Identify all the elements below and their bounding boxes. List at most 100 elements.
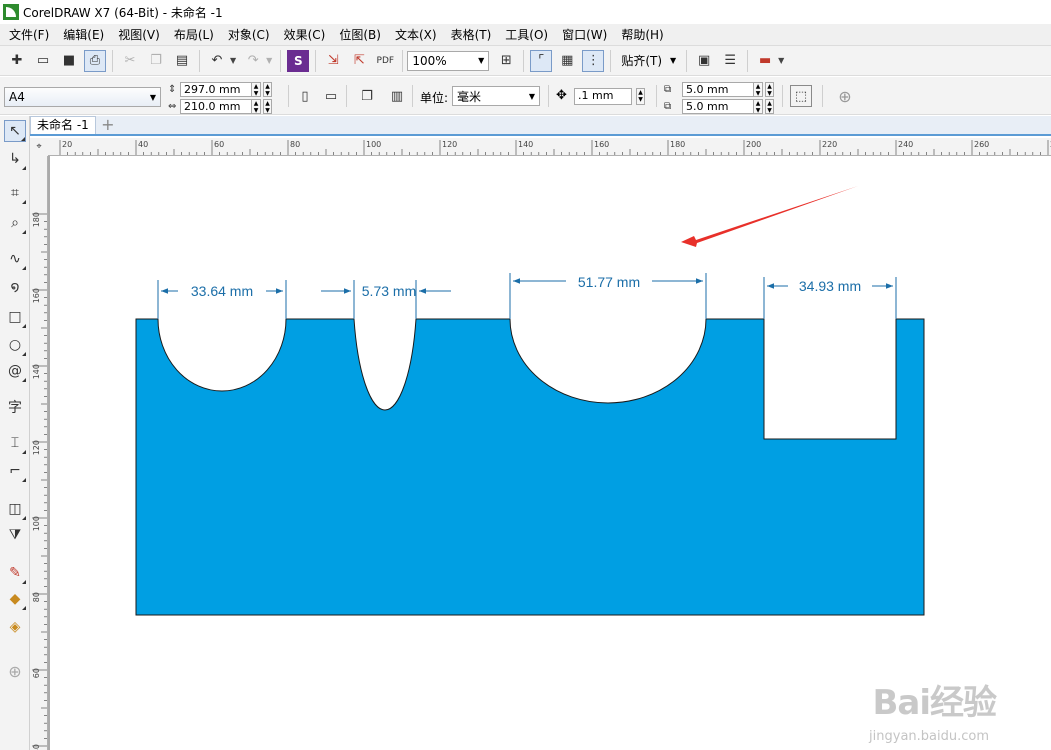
publish-pdf-icon[interactable]: PDF <box>374 50 396 72</box>
cut-icon[interactable]: ✂ <box>119 50 141 72</box>
copy-icon[interactable]: ❐ <box>145 50 167 72</box>
units-combo[interactable]: 毫米 ▼ <box>452 86 540 106</box>
interactive-fill-tool-icon[interactable]: ◆ <box>4 588 26 610</box>
crop-tool-icon[interactable]: ⌗ <box>4 182 26 204</box>
page-height-row: ⇔ 210.0 mm ▲ ▼ ▲ ▼ <box>168 98 272 114</box>
rectangle-tool-icon[interactable]: □ <box>4 306 26 328</box>
menu-help[interactable]: 帮助(H) <box>614 24 670 46</box>
paste-icon[interactable]: ▤ <box>171 50 193 72</box>
launcher-dropdown-icon[interactable]: ▼ <box>778 56 784 65</box>
shape-tool-icon[interactable]: ↳ <box>4 148 26 170</box>
page-width-spinner[interactable]: ▲ ▼ <box>252 81 261 97</box>
toolbar-separator <box>346 85 347 107</box>
options-icon[interactable]: ☰ <box>719 50 741 72</box>
text-tool-icon[interactable]: 字 <box>4 396 26 418</box>
menu-window[interactable]: 窗口(W) <box>555 24 614 46</box>
undo-dropdown-icon[interactable]: ▼ <box>230 56 236 65</box>
ruler-label: 140 <box>32 364 41 379</box>
redo-dropdown-icon[interactable]: ▼ <box>266 56 272 65</box>
nudge-distance-input[interactable]: .1 mm <box>574 88 632 105</box>
nudge-distance-spinner[interactable]: ▲ ▼ <box>636 88 645 105</box>
blue-cutout-shape[interactable] <box>135 318 925 616</box>
show-rulers-icon[interactable]: ⌜ <box>530 49 553 72</box>
polygon-tool-icon[interactable]: @ <box>4 360 26 382</box>
open-folder-icon[interactable]: ▭ <box>32 50 54 72</box>
page-height-input[interactable]: 210.0 mm <box>180 98 252 114</box>
document-tab[interactable]: 未命名 -1 <box>30 116 96 134</box>
artistic-media-tool-icon[interactable]: ໑ <box>4 276 26 298</box>
color-eyedropper-tool-icon[interactable]: ✎ <box>4 562 26 584</box>
horizontal-ruler[interactable]: 20406080100120140160180200220240260280 <box>48 138 1051 156</box>
welcome-screen-icon[interactable]: ▣ <box>693 50 715 72</box>
current-page-icon[interactable]: ▥ <box>386 85 408 107</box>
application-launcher-icon[interactable]: ▬ <box>754 50 776 72</box>
search-content-icon[interactable]: S <box>287 49 310 72</box>
show-guidelines-icon[interactable]: ⋮ <box>582 49 605 72</box>
show-grid-icon[interactable]: ▦ <box>556 50 578 72</box>
page-border-icon[interactable]: ⬚ <box>790 85 812 107</box>
freehand-tool-icon[interactable]: ∿ <box>4 248 26 270</box>
baidu-jingyan-watermark: Bai经验 <box>872 683 997 723</box>
page-size-combo[interactable]: A4 ▼ <box>4 87 161 107</box>
page-width-input[interactable]: 297.0 mm <box>180 81 252 97</box>
title-bar: CorelDRAW X7 (64-Bit) - 未命名 -1 <box>0 0 1051 24</box>
duplicate-y-input[interactable]: 5.0 mm <box>682 98 754 114</box>
dimension-3-label: 51.77 mm <box>578 274 640 290</box>
ruler-label: 140 <box>518 140 533 149</box>
ellipse-tool-icon[interactable]: ○ <box>4 334 26 356</box>
drop-shadow-tool-icon[interactable]: ◫ <box>4 498 26 520</box>
quick-customize-icon[interactable]: ⊕ <box>834 85 856 107</box>
duplicate-x-spinner-2[interactable]: ▲ ▼ <box>765 81 774 97</box>
dimension-1[interactable]: 33.64 mm <box>157 280 287 319</box>
page-height-spinner[interactable]: ▲ ▼ <box>252 98 261 114</box>
menu-text[interactable]: 文本(X) <box>388 24 444 46</box>
save-icon[interactable]: ■ <box>58 50 80 72</box>
duplicate-y-spinner-2[interactable]: ▲ ▼ <box>765 98 774 114</box>
ruler-origin-icon[interactable]: ⌖ <box>30 138 48 156</box>
redo-icon[interactable]: ↷ <box>242 50 264 72</box>
pick-tool-icon[interactable]: ↖ <box>4 120 26 142</box>
menu-table[interactable]: 表格(T) <box>444 24 499 46</box>
chevron-down-icon: ▼ <box>528 91 535 101</box>
ruler-label: 120 <box>32 440 41 455</box>
drawing-canvas[interactable]: 33.64 mm 5.73 mm 51.77 mm 34.93 mm Bai经验… <box>48 156 1051 750</box>
dimension-4[interactable]: 34.93 mm <box>763 277 897 319</box>
duplicate-y-spinner[interactable]: ▲ ▼ <box>754 98 763 114</box>
add-document-tab-icon[interactable]: + <box>99 116 117 134</box>
dimension-3[interactable]: 51.77 mm <box>509 273 707 319</box>
duplicate-x-spinner[interactable]: ▲ ▼ <box>754 81 763 97</box>
smart-fill-tool-icon[interactable]: ◈ <box>4 616 26 638</box>
zoom-level-combo[interactable]: 100% ▼ <box>407 50 490 71</box>
connector-tool-icon[interactable]: ⌐ <box>4 460 26 482</box>
zoom-tool-icon[interactable]: ⌕ <box>4 212 26 234</box>
menu-layout[interactable]: 布局(L) <box>167 24 221 46</box>
undo-icon[interactable]: ↶ <box>206 50 228 72</box>
vertical-ruler[interactable]: 180 160 140 120 100 80 60 40 <box>30 156 48 750</box>
ruler-label: 80 <box>32 592 41 602</box>
snap-to-dropdown[interactable]: 贴齐(T) ▼ <box>615 52 682 69</box>
print-icon[interactable]: ⎙ <box>84 49 106 72</box>
import-icon[interactable]: ⇲ <box>322 50 344 72</box>
menu-edit[interactable]: 编辑(E) <box>56 24 111 46</box>
page-height-lock[interactable]: ▲ ▼ <box>263 98 272 114</box>
menu-view[interactable]: 视图(V) <box>111 24 167 46</box>
menu-object[interactable]: 对象(C) <box>221 24 277 46</box>
duplicate-x-input[interactable]: 5.0 mm <box>682 81 754 97</box>
new-document-icon[interactable]: ✚ <box>6 50 28 72</box>
all-pages-icon[interactable]: ❐ <box>356 85 378 107</box>
red-annotation-arrow <box>681 186 858 247</box>
landscape-icon[interactable]: ▭ <box>320 85 342 107</box>
menu-tools[interactable]: 工具(O) <box>498 24 555 46</box>
page-width-lock[interactable]: ▲ ▼ <box>263 81 272 97</box>
page-dimensions: ⇕ 297.0 mm ▲ ▼ ▲ ▼ ⇔ 210.0 mm ▲ ▼ ▲ ▼ <box>168 81 272 114</box>
menu-effects[interactable]: 效果(C) <box>277 24 333 46</box>
menu-file[interactable]: 文件(F) <box>2 24 56 46</box>
portrait-icon[interactable]: ▯ <box>294 85 316 107</box>
full-screen-preview-icon[interactable]: ⊞ <box>495 50 517 72</box>
transparency-tool-icon[interactable]: ⧩ <box>4 524 26 546</box>
add-tool-icon[interactable]: ⊕ <box>4 660 26 682</box>
menu-bitmaps[interactable]: 位图(B) <box>332 24 388 46</box>
parallel-dimension-tool-icon[interactable]: ⌶ <box>4 432 26 454</box>
export-icon[interactable]: ⇱ <box>348 50 370 72</box>
dimension-2[interactable]: 5.73 mm <box>321 280 451 319</box>
